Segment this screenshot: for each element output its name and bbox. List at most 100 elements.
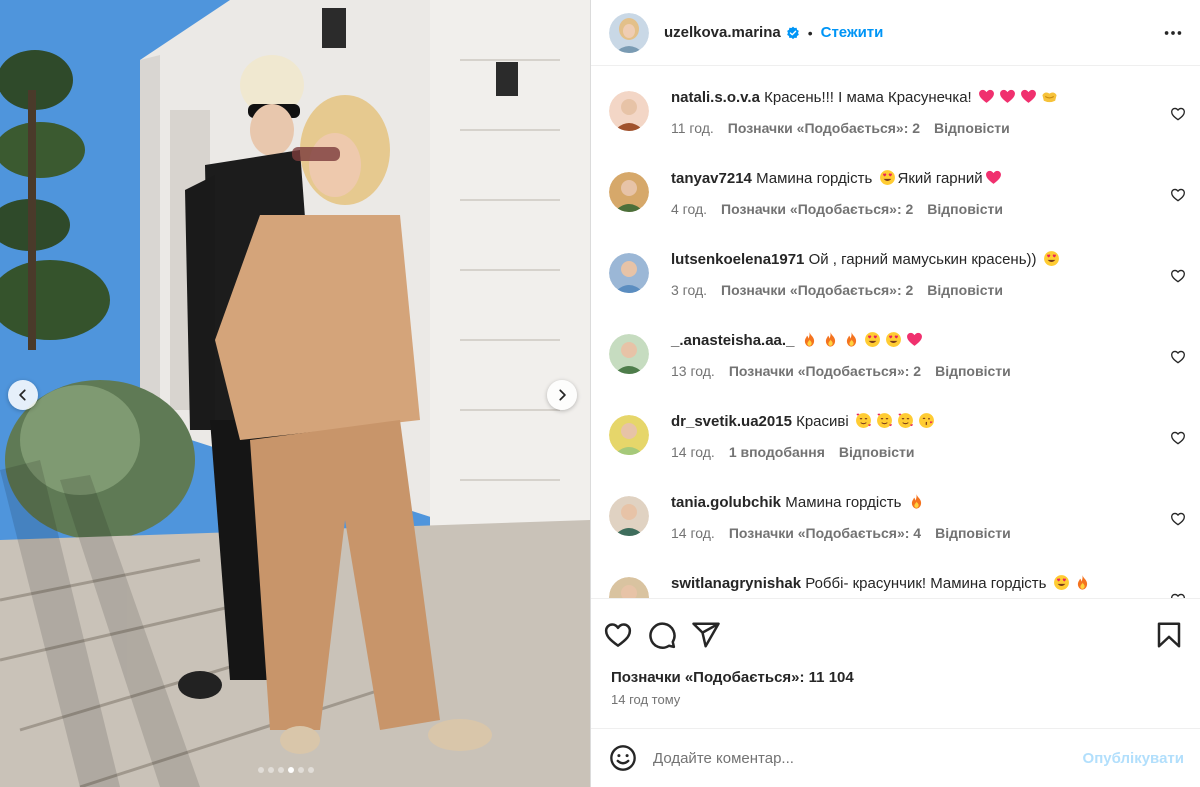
commenter-avatar[interactable] [609,496,649,536]
comment-time[interactable]: 13 год. [671,363,715,379]
publish-button[interactable]: Опублікувати [1083,750,1184,767]
comment-time[interactable]: 11 год. [671,120,714,136]
fire-emoji-icon [825,332,835,347]
carousel-prev-button[interactable] [8,380,38,410]
commenter-username[interactable]: _.anasteisha.aa._ [671,332,794,349]
comment-time[interactable]: 3 год. [671,282,707,298]
chevron-right-icon [559,389,566,401]
comment-meta: 11 год. Позначки «Подобається»: 2 Відповіс… [671,120,1182,136]
comment-likes-link[interactable]: Позначки «Подобається»: 2 [729,363,921,379]
like-heart-icon[interactable] [603,620,633,650]
smiling-hearts-emoji-icon [876,413,892,428]
commenter-username[interactable]: lutsenkoelena1971 [671,251,804,268]
comment-text: Мамина гордість [785,494,902,511]
commenter-avatar[interactable] [609,577,649,598]
comment-meta: 3 год. Позначки «Подобається»: 2 Відповіст… [671,282,1182,298]
heart-emoji-icon [999,89,1015,103]
add-comment-bar: Опублікувати [591,728,1200,787]
share-icon[interactable] [691,620,721,650]
heart-eyes-emoji-icon [1043,251,1059,266]
comment-line: switlanagrynishak Роббі- красунчик! Мами… [671,574,1182,594]
heart-emoji-icon [985,170,1001,184]
comment-meta: 14 год. 1 вподобання Відповісти [671,444,1182,460]
post-side-panel: uzelkova.marina • Стежити natali.s.o.v.a… [590,0,1200,787]
commenter-username[interactable]: switlanagrynishak [671,575,801,592]
comment-text: Красиві [796,413,849,430]
comment-text: Мамина гордість [756,170,873,187]
comment-likes-link[interactable]: Позначки «Подобається»: 2 [721,282,913,298]
commenter-username[interactable]: dr_svetik.ua2015 [671,413,792,430]
comment-item: tanyav7214 Мамина гордість Який гарний 4 … [591,169,1200,250]
carousel-dot [268,767,274,773]
post-photo[interactable] [0,0,590,787]
comment-item: tania.golubchik Мамина гордість 14 год. П… [591,493,1200,574]
post-actions: Позначки «Подобається»: 11 104 14 год то… [591,598,1200,728]
comment-like-heart-icon[interactable] [1170,187,1186,203]
comment-time[interactable]: 14 год. [671,444,715,460]
comment-likes-link[interactable]: Позначки «Подобається»: 2 [721,201,913,217]
commenter-avatar[interactable] [609,415,649,455]
comment-icon[interactable] [647,620,677,650]
bookmark-icon[interactable] [1154,620,1184,650]
commenter-username[interactable]: tanyav7214 [671,170,752,187]
author-avatar[interactable] [609,12,649,53]
carousel-dot [298,767,304,773]
commenter-username[interactable]: natali.s.o.v.a [671,89,760,106]
reply-button[interactable]: Відповісти [839,444,915,460]
comment-body: _.anasteisha.aa._ 13 год. Позначки «Подоб… [671,331,1182,412]
comment-like-heart-icon[interactable] [1170,106,1186,122]
likes-count[interactable]: Позначки «Подобається»: 11 104 [591,655,1200,686]
comment-meta: 4 год. Позначки «Подобається»: 2 Відповіст… [671,201,1182,217]
commenter-avatar[interactable] [609,91,649,131]
heart-eyes-emoji-icon [879,170,895,185]
photo-scene [0,0,590,787]
reply-button[interactable]: Відповісти [934,120,1010,136]
comment-body: tanyav7214 Мамина гордість Який гарний 4 … [671,169,1182,250]
more-dots-icon [1164,30,1182,35]
comment-likes-link[interactable]: 1 вподобання [729,444,825,460]
comment-time[interactable]: 14 год. [671,525,715,541]
reply-button[interactable]: Відповісти [927,282,1003,298]
comment-item: lutsenkoelena1971 Ой , гарний мамуськин … [591,250,1200,331]
carousel-dot [308,767,314,773]
commenter-username[interactable]: tania.golubchik [671,494,781,511]
fire-emoji-icon [911,494,921,509]
comment-likes-link[interactable]: Позначки «Подобається»: 4 [729,525,921,541]
comment-like-heart-icon[interactable] [1170,268,1186,284]
comment-body: natali.s.o.v.a Красень!!! І мама Красуне… [671,88,1182,169]
comment-text: Який гарний [897,170,983,187]
reply-button[interactable]: Відповісти [935,363,1011,379]
more-options-button[interactable] [1160,20,1186,46]
post-time: 14 год тому [611,692,681,707]
post-modal: uzelkova.marina • Стежити natali.s.o.v.a… [0,0,1200,787]
comment-like-heart-icon[interactable] [1170,349,1186,365]
emoji-picker-icon[interactable] [609,744,637,772]
carousel-next-button[interactable] [547,380,577,410]
heart-emoji-icon [978,89,994,103]
comment-like-heart-icon[interactable] [1170,430,1186,446]
smiling-hearts-emoji-icon [855,413,871,428]
reply-button[interactable]: Відповісти [927,201,1003,217]
comment-text: Ой , гарний мамуськин красень)) [808,251,1037,268]
carousel-dot [278,767,284,773]
comment-like-heart-icon[interactable] [1170,511,1186,527]
commenter-avatar[interactable] [609,334,649,374]
comment-likes-link[interactable]: Позначки «Подобається»: 2 [728,120,920,136]
heart-emoji-icon [906,332,922,346]
comment-time[interactable]: 4 год. [671,201,707,217]
comments-list[interactable]: natali.s.o.v.a Красень!!! І мама Красуне… [591,66,1200,598]
commenter-avatar[interactable] [609,172,649,212]
author-username[interactable]: uzelkova.marina [664,24,781,41]
reply-button[interactable]: Відповісти [935,525,1011,541]
comment-text: Роббі- красунчик! Мамина гордість [805,575,1047,592]
fire-emoji-icon [804,332,814,347]
comment-item: dr_svetik.ua2015 Красиві 14 год. 1 вподоб… [591,412,1200,493]
commenter-avatar[interactable] [609,253,649,293]
post-header: uzelkova.marina • Стежити [591,0,1200,66]
heart-emoji-icon [1020,89,1036,103]
follow-button[interactable]: Стежити [821,24,884,41]
comment-line: _.anasteisha.aa._ [671,331,1182,351]
smiling-hearts-emoji-icon [897,413,913,428]
comment-input[interactable] [653,749,1083,767]
heart-eyes-emoji-icon [864,332,880,347]
